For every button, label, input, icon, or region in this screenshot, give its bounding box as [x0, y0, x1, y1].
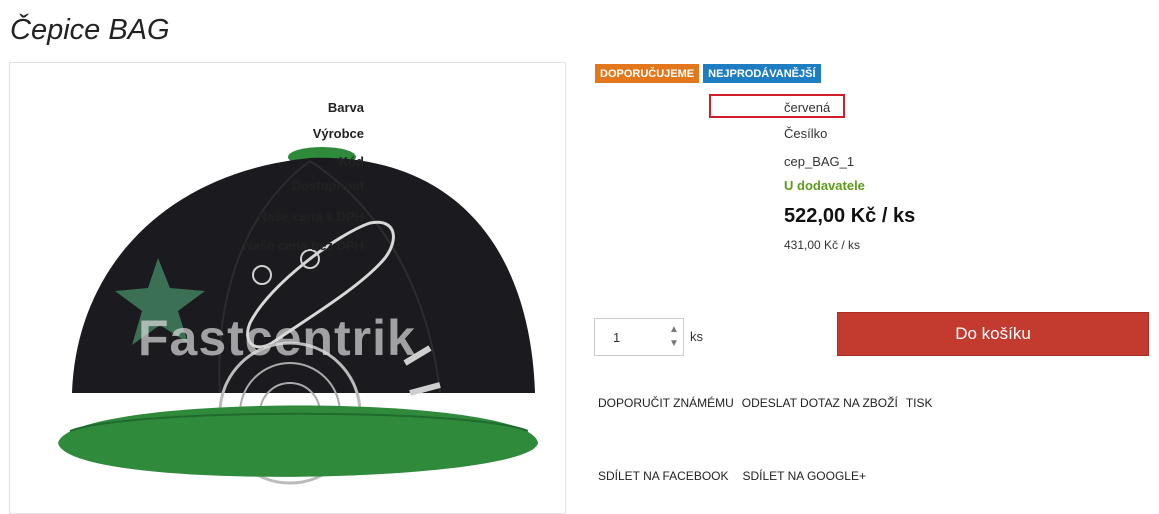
param-label-price-novat: Naše cena bez DPH — [243, 238, 364, 253]
quantity-unit: ks — [690, 329, 703, 344]
param-value-code: cep_BAG_1 — [784, 154, 855, 169]
badge-list: DOPORUČUJEME NEJPRODÁVANĚJŠÍ — [595, 64, 821, 83]
quantity-stepper[interactable]: ▲ ▼ — [594, 318, 684, 356]
param-label-manufacturer: Výrobce — [312, 126, 364, 141]
param-label-code: Kód — [338, 154, 364, 169]
share-facebook-link[interactable]: SDÍLET NA FACEBOOK — [598, 469, 729, 483]
cap-image — [58, 147, 538, 485]
availability-status: U dodavatele — [784, 178, 865, 193]
highlight-box — [709, 94, 845, 118]
badge-recommended[interactable]: DOPORUČUJEME — [595, 64, 700, 83]
price-without-vat: 431,00 Kč / ks — [784, 238, 861, 252]
product-title: Čepice BAG — [10, 14, 170, 46]
quantity-spinner[interactable]: ▲ ▼ — [667, 323, 681, 353]
param-label-color: Barva — [327, 100, 364, 115]
badge-bestseller[interactable]: NEJPRODÁVANĚJŠÍ — [703, 64, 821, 83]
watermark-text: Fastcentrik — [138, 310, 416, 366]
share-google-link[interactable]: SDÍLET NA GOOGLE+ — [743, 469, 867, 483]
product-image[interactable]: Fastcentrik — [9, 62, 566, 514]
print-link[interactable]: TISK — [906, 396, 933, 410]
ask-question-link[interactable]: ODESLAT DOTAZ NA ZBOŽÍ — [742, 396, 898, 410]
spinner-up-icon[interactable]: ▲ — [667, 323, 681, 337]
spinner-down-icon[interactable]: ▼ — [667, 337, 681, 351]
param-label-availability: Dostupnost — [291, 178, 364, 193]
price-with-vat: 522,00 Kč / ks — [784, 205, 916, 227]
recommend-link[interactable]: DOPORUČIT ZNÁMÉMU — [598, 396, 734, 410]
product-actions: DOPORUČIT ZNÁMÉMU ODESLAT DOTAZ NA ZBOŽÍ… — [598, 396, 932, 410]
param-label-price-vat: Naše cena s DPH — [257, 209, 364, 224]
share-links: SDÍLET NA FACEBOOK SDÍLET NA GOOGLE+ — [598, 469, 866, 483]
param-value-manufacturer[interactable]: Česílko — [784, 126, 827, 141]
quantity-input[interactable] — [595, 319, 665, 355]
add-to-cart-button[interactable]: Do košíku — [837, 312, 1149, 356]
